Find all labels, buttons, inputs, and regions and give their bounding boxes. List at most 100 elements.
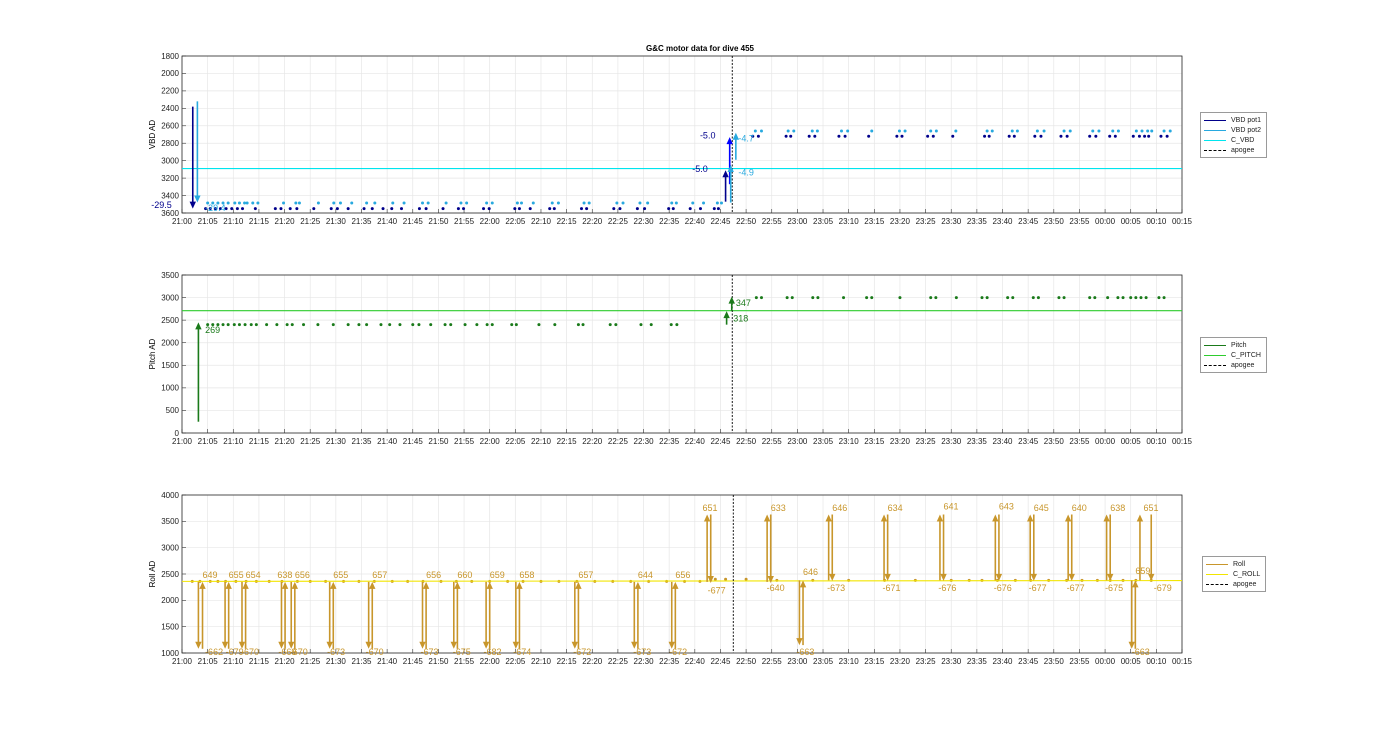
pitch-pitch-point	[785, 296, 789, 300]
roll-value-label: -670	[290, 647, 308, 657]
legend-label: C_ROLL	[1233, 570, 1261, 578]
vbd-vbd-pot2-point	[233, 201, 237, 205]
vbd-vbd-pot2-point	[1010, 129, 1014, 133]
vbd-vbd-pot2-point	[638, 201, 642, 205]
vbd-vbd-pot2-point	[282, 201, 286, 205]
vbd-vbd-pot1-point	[235, 207, 239, 211]
pitch-plot-area	[182, 275, 1182, 433]
vbd-vbd-pot2-point	[519, 201, 523, 205]
vbd-vbd-pot1-point	[513, 207, 517, 211]
pitch-pitch-point	[1088, 296, 1092, 300]
pitch-pitch-point	[1157, 296, 1161, 300]
vbd-vbd-pot2-point	[316, 201, 320, 205]
pitch-x-tick-label: 22:15	[557, 437, 578, 446]
roll-y-tick-label: 4000	[161, 491, 179, 500]
roll-x-tick-label: 21:50	[428, 657, 449, 666]
pitch-x-tick-label: 23:15	[864, 437, 885, 446]
roll-value-label: -673	[420, 647, 438, 657]
roll-value-label: 656	[675, 570, 690, 580]
vbd-vbd-pot2-point	[297, 201, 301, 205]
vbd-value-label: -4.7	[738, 133, 754, 143]
vbd-vbd-pot2-point	[294, 201, 298, 205]
roll-x-tick-label: 21:30	[326, 657, 347, 666]
roll-value-label: 641	[944, 502, 959, 512]
vbd-vbd-pot2-point	[1035, 129, 1039, 133]
vbd-vbd-pot2-point	[402, 201, 406, 205]
vbd-x-tick-label: 21:00	[172, 217, 193, 226]
roll-value-label: -675	[453, 647, 471, 657]
vbd-vbd-pot2-point	[615, 201, 619, 205]
roll-x-tick-label: 23:40	[992, 657, 1013, 666]
vbd-vbd-pot1-point	[1033, 134, 1037, 138]
pitch-pitch-point	[514, 323, 518, 327]
pitch-pitch-point	[388, 323, 392, 327]
roll-x-tick-label: 21:15	[249, 657, 270, 666]
roll-x-tick-label: 00:15	[1172, 657, 1193, 666]
roll-value-label: 638	[277, 570, 292, 580]
vbd-vbd-pot1-point	[487, 207, 491, 211]
vbd-vbd-pot1-point	[288, 207, 292, 211]
pitch-pitch-point	[576, 323, 580, 327]
roll-x-tick-label: 23:30	[941, 657, 962, 666]
roll-value-label: 643	[999, 502, 1014, 512]
vbd-vbd-pot1-point	[635, 207, 639, 211]
roll-value-label: 656	[295, 570, 310, 580]
legend-entry: apogee	[1206, 579, 1260, 589]
roll-value-label: -670	[241, 647, 259, 657]
pitch-pitch-point	[411, 323, 415, 327]
vbd-vbd-pot2-point	[1168, 129, 1172, 133]
legend-swatch	[1204, 119, 1226, 121]
pitch-pitch-point	[475, 323, 479, 327]
roll-value-label: 655	[229, 570, 244, 580]
vbd-x-tick-label: 23:50	[1044, 217, 1065, 226]
roll-x-tick-label: 22:10	[531, 657, 552, 666]
vbd-vbd-pot1-point	[756, 134, 760, 138]
vbd-vbd-pot2-point	[990, 129, 994, 133]
vbd-vbd-pot2-point	[897, 129, 901, 133]
pitch-pitch-point	[649, 323, 653, 327]
vbd-vbd-pot2-point	[954, 129, 958, 133]
vbd-vbd-pot1-point	[1131, 134, 1135, 138]
vbd-x-tick-label: 22:15	[557, 217, 578, 226]
roll-value-label: 645	[1034, 503, 1049, 513]
pitch-x-tick-label: 00:05	[1121, 437, 1142, 446]
pitch-pitch-point	[1093, 296, 1097, 300]
pitch-x-tick-label: 23:35	[967, 437, 988, 446]
pitch-pitch-point	[1139, 296, 1143, 300]
legend-entry: VBD pot1	[1204, 115, 1261, 125]
pitch-pitch-point	[537, 323, 541, 327]
roll-x-tick-label: 22:55	[762, 657, 783, 666]
pitch-x-tick-label: 22:35	[659, 437, 680, 446]
pitch-pitch-point	[759, 296, 763, 300]
vbd-x-tick-label: 22:50	[736, 217, 757, 226]
pitch-pitch-point	[1011, 296, 1015, 300]
vbd-y-tick-label: 2000	[161, 69, 179, 78]
roll-value-label: 657	[578, 570, 593, 580]
pitch-x-tick-label: 23:20	[890, 437, 911, 446]
roll-x-tick-label: 00:05	[1121, 657, 1142, 666]
vbd-vbd-pot1-point	[1012, 134, 1016, 138]
vbd-vbd-pot2-point	[243, 201, 247, 205]
roll-value-label: 646	[832, 503, 847, 513]
pitch-x-tick-label: 23:30	[941, 437, 962, 446]
vbd-x-tick-label: 23:00	[787, 217, 808, 226]
vbd-x-tick-label: 21:10	[223, 217, 244, 226]
vbd-x-tick-label: 23:30	[941, 217, 962, 226]
pitch-pitch-point	[934, 296, 938, 300]
roll-value-label: 633	[771, 503, 786, 513]
pitch-pitch-point	[1036, 296, 1040, 300]
pitch-pitch-point	[790, 296, 794, 300]
legend-swatch	[1204, 364, 1226, 366]
vbd-x-tick-label: 00:10	[1146, 217, 1167, 226]
pitch-x-tick-label: 23:10	[839, 437, 860, 446]
pitch-pitch-point	[237, 323, 241, 327]
vbd-vbd-pot2-point	[490, 201, 494, 205]
roll-x-tick-label: 22:50	[736, 657, 757, 666]
pitch-pitch-point	[669, 323, 673, 327]
vbd-x-tick-label: 22:25	[608, 217, 629, 226]
vbd-vbd-pot2-point	[1091, 129, 1095, 133]
vbd-x-tick-label: 22:20	[582, 217, 603, 226]
pitch-x-tick-label: 21:35	[351, 437, 372, 446]
pitch-pitch-point	[1031, 296, 1035, 300]
vbd-vbd-pot1-point	[1039, 134, 1043, 138]
